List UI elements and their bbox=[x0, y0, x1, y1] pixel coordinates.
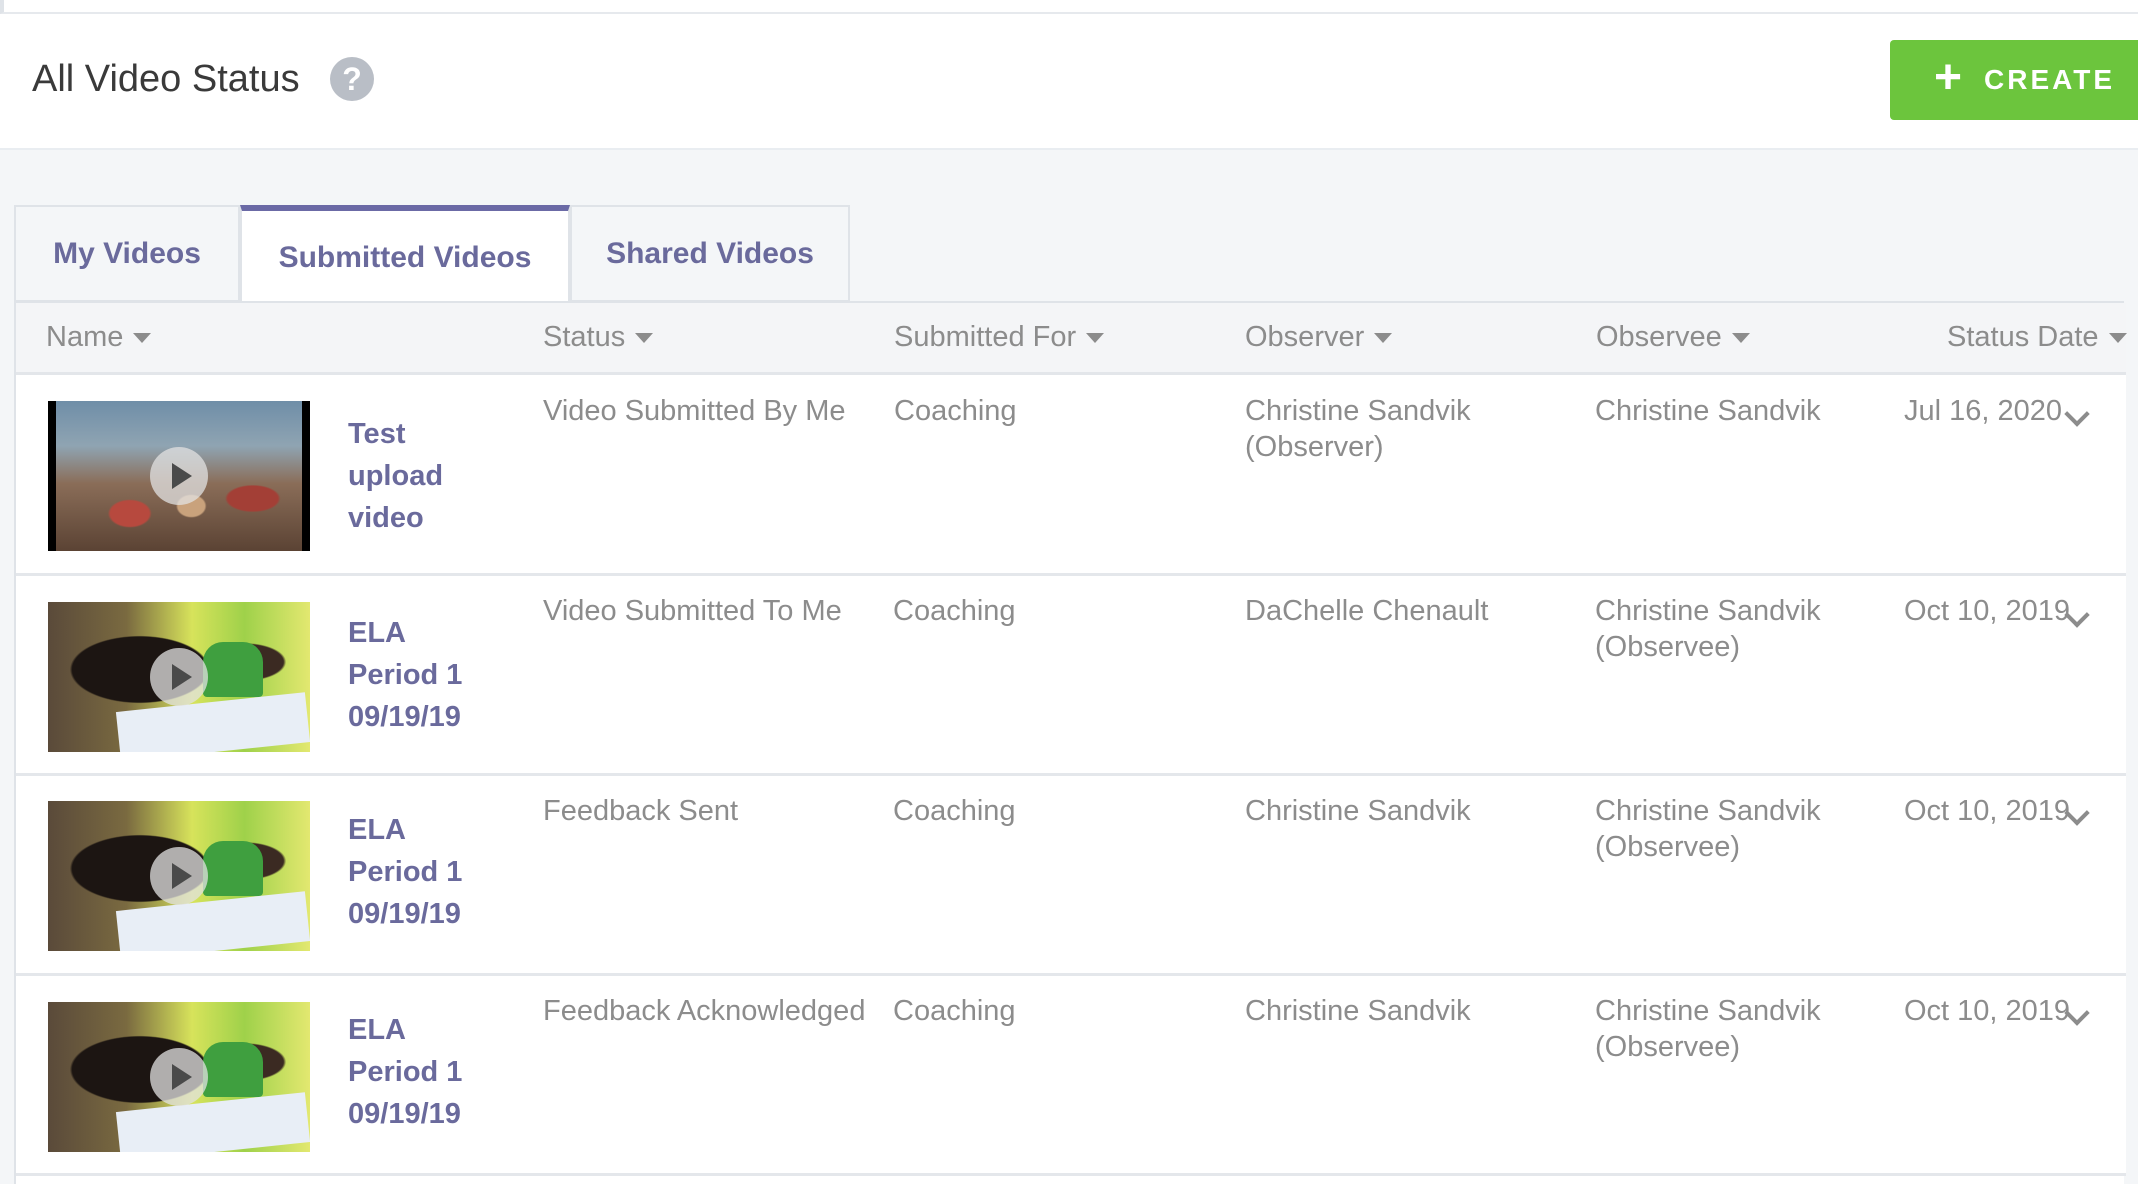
video-name-link[interactable]: Test upload video bbox=[348, 413, 498, 539]
chevron-down-icon[interactable] bbox=[2064, 401, 2090, 427]
column-header-name[interactable]: Name bbox=[46, 321, 152, 354]
table-header: Name Status Submitted For Observer Obser… bbox=[16, 303, 2127, 375]
observer-cell: DaChelle Chenault bbox=[1245, 595, 1489, 627]
observee-cell: Christine Sandvik (Observee) bbox=[1595, 795, 1821, 863]
table-row[interactable]: ELA Period 1 09/19/19 Video Submitted To… bbox=[16, 576, 2126, 776]
observer-cell: Christine Sandvik (Observer) bbox=[1245, 395, 1471, 463]
table-row[interactable]: ELA Period 1 09/19/19 Feedback Sent Coac… bbox=[16, 776, 2126, 976]
column-header-status-date[interactable]: Status Date bbox=[1947, 321, 2127, 354]
thumbnail-detail bbox=[115, 891, 310, 951]
sort-caret-icon bbox=[2108, 333, 2127, 344]
status-cell: Video Submitted To Me bbox=[543, 595, 842, 627]
status-cell: Feedback Sent bbox=[543, 795, 739, 827]
tab-my-videos[interactable]: My Videos bbox=[14, 205, 240, 302]
play-icon[interactable] bbox=[150, 847, 208, 905]
video-thumbnail[interactable] bbox=[48, 1002, 310, 1152]
status-cell: Video Submitted By Me bbox=[543, 395, 846, 427]
video-status-table: Name Status Submitted For Observer Obser… bbox=[14, 301, 2127, 1184]
sort-caret-icon bbox=[635, 333, 654, 344]
tab-submitted-videos[interactable]: Submitted Videos bbox=[240, 205, 570, 304]
page-title: All Video Status bbox=[32, 58, 300, 100]
sort-caret-icon bbox=[133, 333, 152, 344]
video-thumbnail[interactable] bbox=[48, 401, 310, 551]
video-thumbnail[interactable] bbox=[48, 602, 310, 752]
video-name-link[interactable]: ELA Period 1 09/19/19 bbox=[348, 1009, 498, 1135]
table-row[interactable]: Test upload video Video Submitted By Me … bbox=[16, 375, 2126, 576]
play-icon[interactable] bbox=[150, 447, 208, 505]
submitted-for-cell: Coaching bbox=[893, 795, 1016, 827]
student-writing-thumbnail bbox=[203, 642, 263, 697]
status-date-cell: Jul 16, 2020 bbox=[1904, 395, 2063, 427]
thumbnail-detail bbox=[115, 692, 310, 752]
play-icon[interactable] bbox=[150, 1048, 208, 1106]
create-button[interactable]: + CREATE bbox=[1890, 40, 2138, 120]
sort-caret-icon bbox=[1374, 333, 1393, 344]
submitted-for-cell: Coaching bbox=[894, 395, 1017, 427]
video-name-link[interactable]: ELA Period 1 09/19/19 bbox=[348, 612, 498, 738]
sort-caret-icon bbox=[1086, 333, 1105, 344]
submitted-for-cell: Coaching bbox=[893, 995, 1016, 1027]
video-thumbnail[interactable] bbox=[48, 801, 310, 951]
table-row[interactable]: ELA Period 1 09/19/19 Feedback Acknowled… bbox=[16, 976, 2126, 1176]
create-label: CREATE bbox=[1984, 64, 2116, 95]
tab-shared-videos[interactable]: Shared Videos bbox=[570, 205, 850, 302]
column-header-status[interactable]: Status bbox=[543, 321, 654, 354]
observer-cell: Christine Sandvik bbox=[1245, 795, 1471, 827]
header-divider bbox=[0, 0, 2138, 14]
thumbnail-detail bbox=[115, 1092, 310, 1152]
column-header-observer[interactable]: Observer bbox=[1245, 321, 1393, 354]
page-header: All Video Status ? + CREATE bbox=[0, 0, 2138, 150]
student-writing-thumbnail bbox=[203, 841, 263, 896]
student-writing-thumbnail bbox=[203, 1042, 263, 1097]
column-header-submitted-for[interactable]: Submitted For bbox=[894, 321, 1105, 354]
status-date-cell: Oct 10, 2019 bbox=[1904, 995, 2071, 1027]
plus-icon: + bbox=[1934, 51, 1963, 104]
observee-cell: Christine Sandvik (Observee) bbox=[1595, 595, 1821, 663]
play-icon[interactable] bbox=[150, 648, 208, 706]
submitted-for-cell: Coaching bbox=[893, 595, 1016, 627]
observee-cell: Christine Sandvik (Observee) bbox=[1595, 995, 1821, 1063]
observer-cell: Christine Sandvik bbox=[1245, 995, 1471, 1027]
help-icon[interactable]: ? bbox=[330, 57, 374, 101]
status-date-cell: Oct 10, 2019 bbox=[1904, 595, 2071, 627]
video-name-link[interactable]: ELA Period 1 09/19/19 bbox=[348, 809, 498, 935]
status-cell: Feedback Acknowledged bbox=[543, 995, 866, 1027]
column-header-observee[interactable]: Observee bbox=[1596, 321, 1750, 354]
observee-cell: Christine Sandvik bbox=[1595, 395, 1821, 427]
sort-caret-icon bbox=[1731, 333, 1750, 344]
status-date-cell: Oct 10, 2019 bbox=[1904, 795, 2071, 827]
